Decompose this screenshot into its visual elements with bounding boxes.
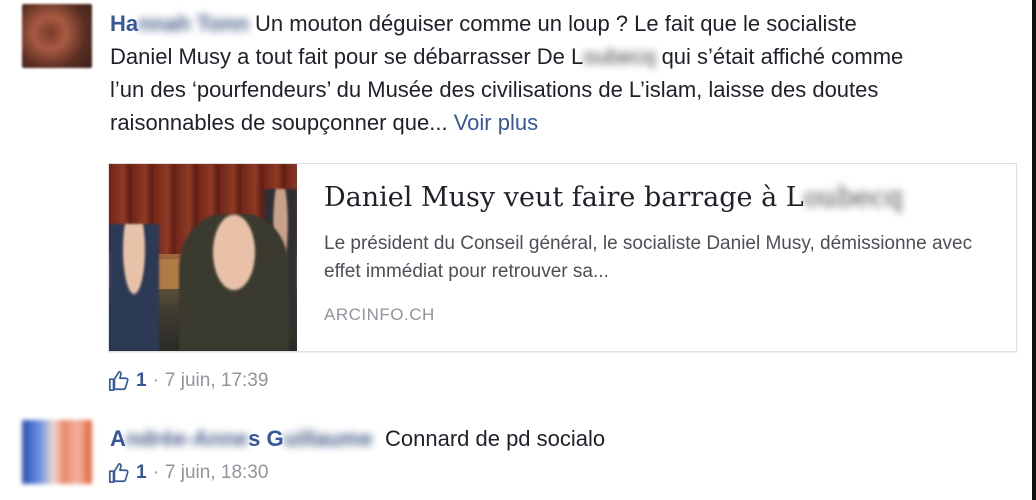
comment-text-line2b: qui s’était affiché comme: [661, 44, 904, 69]
link-preview-card[interactable]: Daniel Musy veut faire barrage à Loubecq…: [108, 163, 1017, 352]
like-count[interactable]: 1: [136, 462, 147, 484]
link-preview-image[interactable]: [109, 164, 297, 351]
comment-timestamp[interactable]: 7 juin, 17:39: [165, 370, 269, 392]
like-icon[interactable]: [108, 462, 130, 484]
like-count[interactable]: 1: [136, 370, 147, 392]
comment-body: Andrée-Annes Guillaume Connard de pd soc…: [110, 424, 1010, 454]
comment-thread: { "comments": [ { "author_visible": "Ha"…: [0, 0, 1036, 500]
comment-meta: 1 · 7 juin, 17:39: [108, 370, 268, 392]
comment-text-line2: Daniel Musy a tout fait pour se débarras…: [110, 44, 584, 69]
redacted-name: oubecq: [583, 44, 656, 69]
comment-author[interactable]: Andrée-Annes Guillaume: [110, 426, 373, 451]
comment-body: Hannah Tonn Un mouton déguiser comme un …: [110, 7, 1015, 139]
like-icon[interactable]: [108, 370, 130, 392]
comment-timestamp[interactable]: 7 juin, 18:30: [165, 462, 269, 484]
link-preview-description: Le président du Conseil général, le soci…: [324, 233, 973, 282]
comment-text-line1: Un mouton déguiser comme un loup ? Le fa…: [255, 11, 857, 36]
author-avatar[interactable]: [22, 420, 92, 484]
comment-text: Connard de pd socialo: [384, 426, 606, 451]
link-preview-title[interactable]: Daniel Musy veut faire barrage à Loubecq: [324, 180, 1004, 216]
comment-text-line3: l’un des ‘pourfendeurs’ du Musée des civ…: [110, 77, 879, 102]
author-avatar[interactable]: [22, 4, 92, 68]
comment-meta: 1 · 7 juin, 18:30: [108, 462, 268, 484]
see-more-link[interactable]: Voir plus: [454, 110, 538, 135]
comment-author[interactable]: Hannah Tonn: [110, 11, 249, 36]
link-preview-domain: ARCINFO.CH: [324, 305, 435, 324]
window-edge: [1032, 0, 1036, 500]
comment-text-line4: raisonnables de soupçonner que...: [110, 110, 448, 135]
